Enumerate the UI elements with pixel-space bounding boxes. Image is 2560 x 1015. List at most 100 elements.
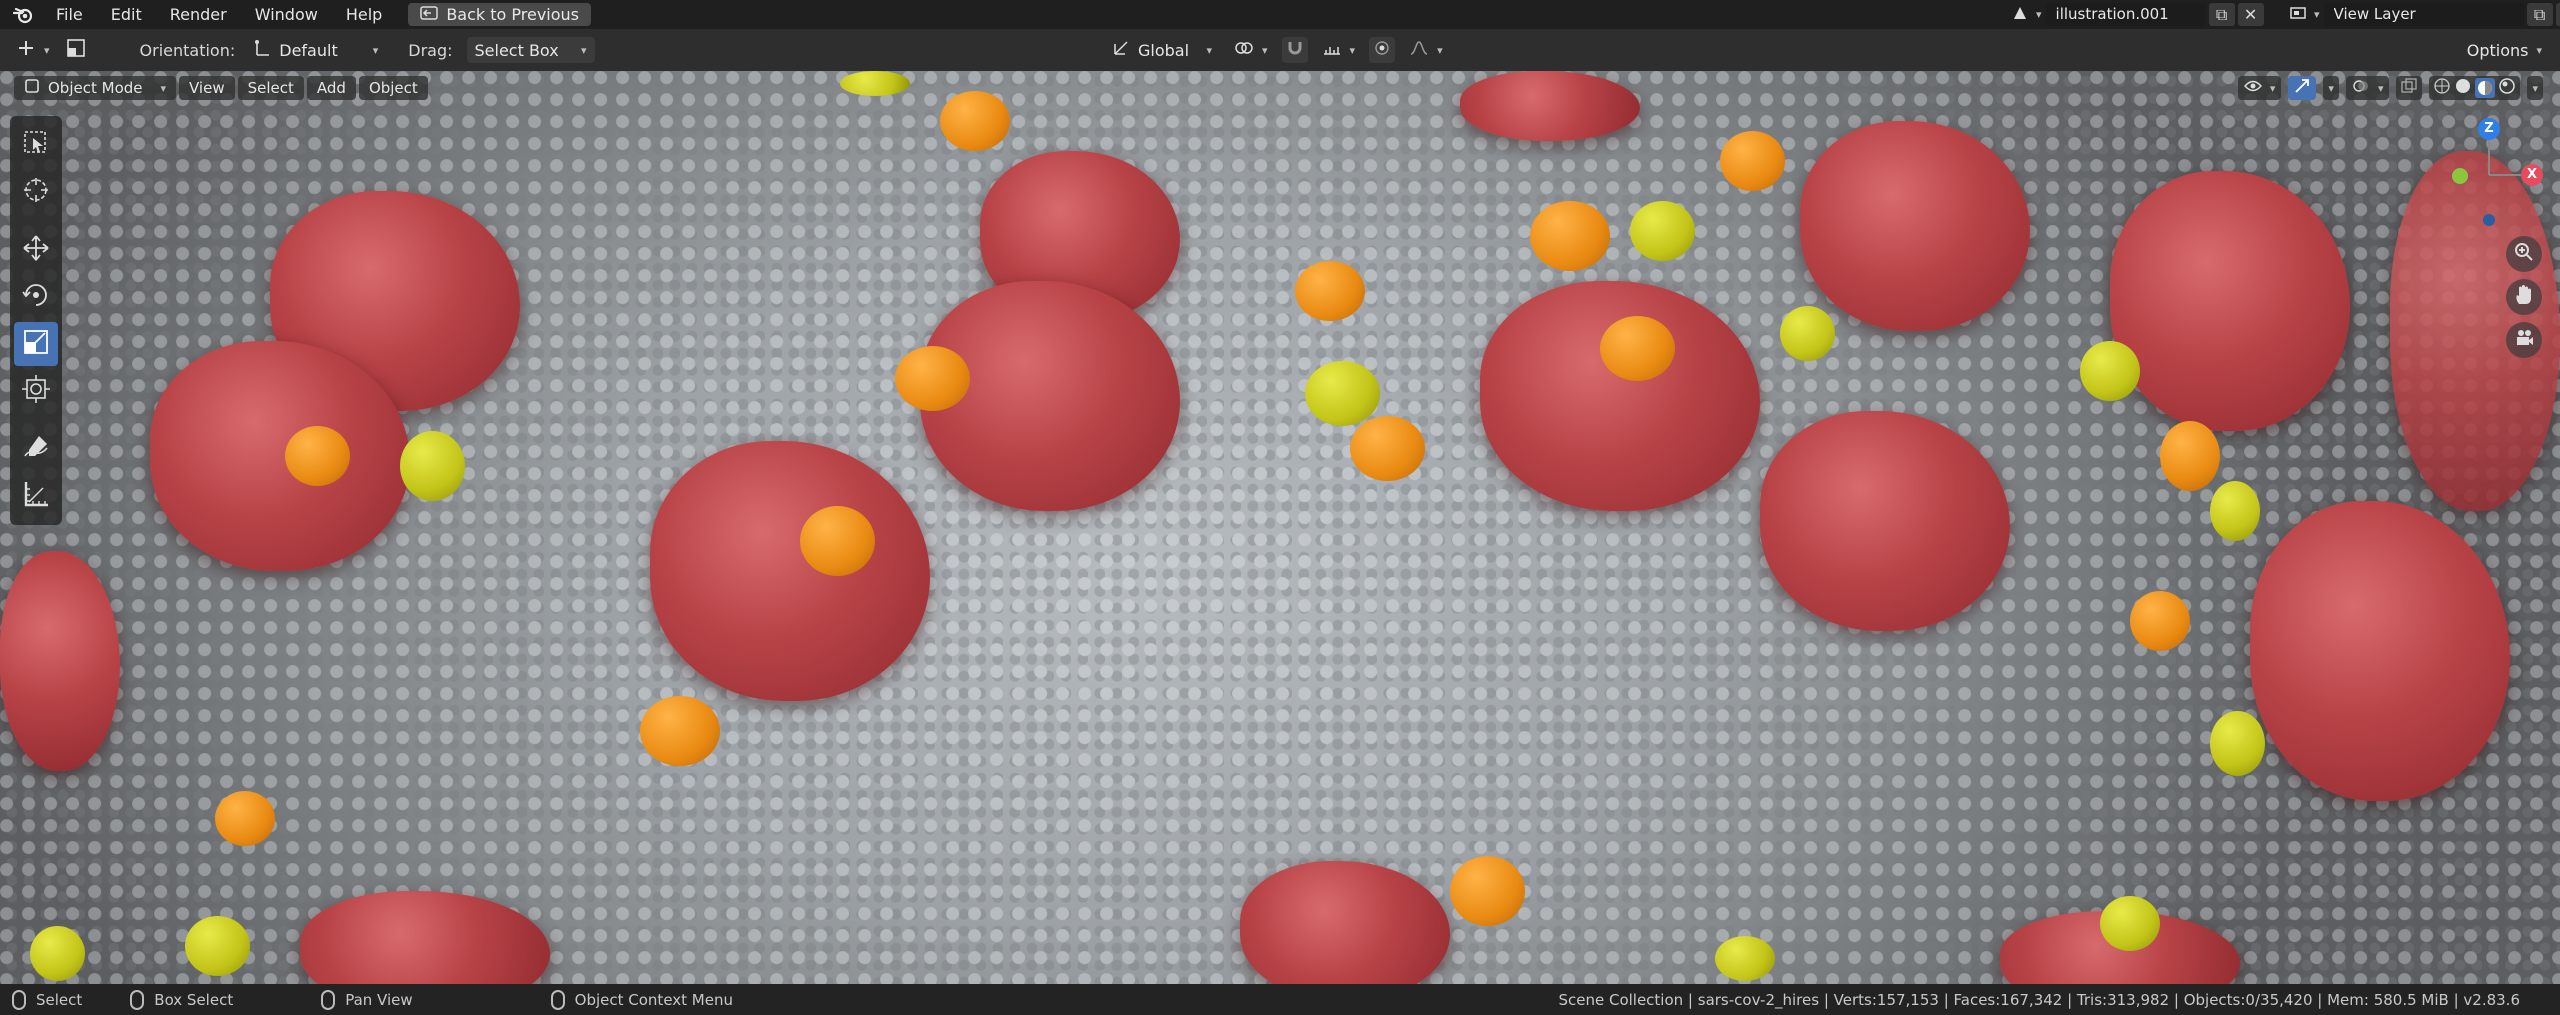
blender-logo-icon[interactable]: [8, 0, 38, 29]
chevron-down-icon: ▾: [1262, 43, 1268, 57]
scale-tool-indicator[interactable]: [58, 37, 94, 63]
back-icon: [420, 3, 439, 26]
global-axes-icon: [1112, 39, 1130, 61]
annotate-tool[interactable]: [14, 427, 58, 471]
membrane-protein: [895, 346, 970, 411]
membrane-protein: [1720, 131, 1785, 191]
status-box-select-label: Box Select: [154, 990, 234, 1009]
orientation-dropdown[interactable]: Default ▾: [245, 37, 386, 63]
scene-name-field[interactable]: [2045, 3, 2206, 26]
chevron-down-icon: ▾: [44, 43, 50, 57]
membrane-protein: [1450, 856, 1525, 926]
scene-icon: [2012, 5, 2028, 25]
view-layer-browse-button[interactable]: ▾: [2286, 3, 2324, 26]
zoom-view-button[interactable]: [2506, 236, 2542, 272]
hand-icon: [2513, 284, 2535, 310]
pan-view-button[interactable]: [2506, 279, 2542, 315]
drag-dropdown[interactable]: Select Box ▾: [466, 37, 595, 63]
chevron-down-icon: ▾: [372, 43, 379, 57]
transform-orientation-dropdown[interactable]: Global ▾: [1104, 37, 1220, 63]
pivot-point-dropdown[interactable]: ▾: [1226, 37, 1276, 63]
status-context-menu-hint: Object Context Menu: [550, 989, 733, 1010]
back-to-previous-button[interactable]: Back to Previous: [408, 3, 592, 26]
drag-value: Select Box: [474, 40, 559, 60]
scene-browse-button[interactable]: ▾: [2008, 3, 2046, 26]
envelope-protein: [2210, 481, 2260, 541]
options-dropdown[interactable]: Options ▾: [2459, 37, 2550, 63]
tool-mode-dropdown[interactable]: ▾: [8, 37, 58, 63]
envelope-protein: [2080, 341, 2140, 401]
menu-help[interactable]: Help: [332, 0, 396, 29]
copy-scene-button[interactable]: ⧉: [2208, 3, 2235, 26]
tool-settings-header: ▾ Orientation: Default ▾ Drag: Select Bo…: [0, 29, 2560, 71]
envelope-protein: [30, 926, 85, 981]
chevron-down-icon: ▾: [2036, 8, 2042, 21]
membrane-protein: [640, 696, 720, 766]
gizmo-dropdown[interactable]: ▾: [2323, 76, 2339, 100]
gizmo-x-axis[interactable]: X: [2521, 164, 2543, 186]
proportional-editing-toggle[interactable]: [1369, 37, 1396, 63]
menu-edit[interactable]: Edit: [97, 0, 156, 29]
view-layer-field[interactable]: [2323, 3, 2524, 26]
chevron-down-icon: ▾: [580, 43, 587, 57]
remove-scene-button[interactable]: ✕: [2237, 3, 2264, 26]
scale-icon: [66, 38, 86, 62]
status-select-hint: Select: [12, 989, 83, 1010]
3d-viewport[interactable]: Object Mode ▾ View Select Add Object ▾ ▾: [0, 71, 2560, 984]
move-tool[interactable]: [14, 228, 58, 272]
viewport-menu-object[interactable]: Object: [358, 76, 428, 100]
view-layer-selector: ▾ ⧉ ✕: [2286, 3, 2560, 26]
object-mode-icon: [24, 78, 40, 98]
scale-tool[interactable]: [14, 322, 58, 366]
envelope-protein: [2100, 896, 2160, 951]
select-box-tool[interactable]: [14, 123, 58, 167]
envelope-protein: [1305, 361, 1380, 426]
membrane-protein: [2160, 421, 2220, 491]
gizmo-negative-z-axis[interactable]: [2483, 214, 2495, 226]
menu-window[interactable]: Window: [241, 0, 332, 29]
xray-toggle[interactable]: [2396, 76, 2423, 100]
membrane-protein: [215, 791, 275, 846]
gizmo-icon: [2293, 77, 2311, 99]
visibility-dropdown[interactable]: ▾: [2237, 76, 2282, 100]
proportional-falloff-dropdown[interactable]: ▾: [1401, 37, 1451, 63]
copy-view-layer-button[interactable]: ⧉: [2526, 3, 2553, 26]
viewport-menu-select[interactable]: Select: [237, 76, 304, 100]
snap-target-dropdown[interactable]: ▾: [1314, 37, 1364, 63]
envelope-protein: [400, 431, 465, 501]
envelope-protein: [1715, 936, 1775, 981]
navigation-gizmo[interactable]: Z X: [2440, 71, 2560, 231]
gizmo-y-axis[interactable]: [2452, 168, 2468, 184]
mouse-middle-icon: [130, 989, 145, 1010]
remove-view-layer-button[interactable]: ✕: [2555, 3, 2560, 26]
measure-tool[interactable]: [14, 474, 58, 518]
rotate-tool[interactable]: [14, 275, 58, 319]
scene-selector: ▾ ⧉ ✕: [2008, 3, 2264, 26]
snap-toggle[interactable]: [1281, 37, 1308, 63]
object-mode-dropdown[interactable]: Object Mode ▾: [14, 76, 176, 100]
viewport-menu-add[interactable]: Add: [306, 76, 356, 100]
gizmo-z-axis[interactable]: Z: [2478, 118, 2500, 140]
transform-tool[interactable]: [14, 369, 58, 413]
cursor-tool[interactable]: [14, 170, 58, 214]
overlays-icon: [2352, 78, 2370, 98]
move-icon: [21, 233, 51, 267]
membrane-protein: [1350, 416, 1425, 481]
magnet-icon: [1286, 39, 1304, 61]
mouse-middle-icon: [321, 989, 336, 1010]
status-box-select-hint: Box Select: [130, 989, 234, 1010]
chevron-down-icon: ▾: [160, 81, 166, 95]
status-select-label: Select: [36, 990, 83, 1009]
viewport-menu-view[interactable]: View: [179, 76, 235, 100]
menu-file[interactable]: File: [42, 0, 97, 29]
cursor-icon: [21, 175, 51, 209]
menu-render[interactable]: Render: [156, 0, 241, 29]
falloff-curve-icon: [1409, 40, 1429, 60]
back-to-previous-label: Back to Previous: [446, 5, 580, 24]
toolbar: [10, 116, 62, 525]
overlays-dropdown[interactable]: ▾: [2345, 76, 2390, 100]
envelope-protein: [2210, 711, 2265, 776]
viewport-header: Object Mode ▾ View Select Add Object ▾ ▾: [0, 71, 2560, 105]
camera-view-button[interactable]: [2506, 322, 2542, 358]
gizmo-toggle[interactable]: [2288, 76, 2317, 100]
